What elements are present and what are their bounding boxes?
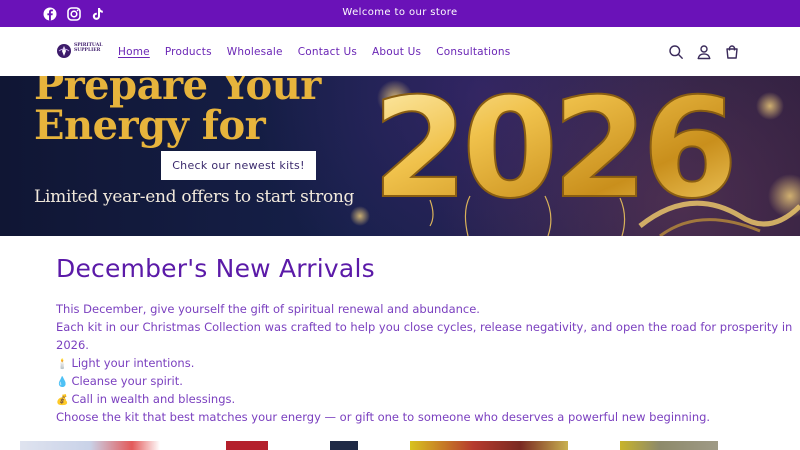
money-bag-icon: 💰 (56, 395, 69, 406)
product-card-image[interactable] (226, 441, 268, 450)
site-header: SPIRITUAL SUPPLIER Home Products Wholesa… (0, 27, 800, 77)
product-card-image[interactable] (330, 441, 358, 450)
closing-text: Choose the kit that best matches your en… (56, 410, 711, 424)
logo-mark-icon (57, 44, 71, 58)
nav-consultations[interactable]: Consultations (436, 46, 510, 58)
nav-wholesale[interactable]: Wholesale (227, 46, 283, 58)
candle-icon: 🕯️ (56, 359, 69, 370)
nav-home[interactable]: Home (118, 46, 150, 58)
droplet-icon: 💧 (56, 377, 69, 388)
body-text-line-1: Each kit in our Christmas Collection was… (56, 320, 793, 334)
hero-headline-line-2: Energy for (34, 102, 266, 149)
logo-text-line-2: SUPPLIER (74, 48, 101, 53)
section-description: This December, give yourself the gift of… (56, 300, 793, 426)
list-item-text: Light your intentions. (71, 356, 195, 370)
announcement-text: Welcome to our store (342, 7, 458, 18)
body-text-line-2: 2026. (56, 338, 89, 352)
list-item-text: Cleanse your spirit. (71, 374, 183, 388)
hero-subtitle: Limited year-end offers to start strong (34, 187, 355, 207)
search-icon[interactable] (668, 44, 684, 60)
store-logo[interactable]: SPIRITUAL SUPPLIER (56, 42, 106, 60)
hero-year-balloons: 2026 (372, 76, 732, 229)
product-card-image[interactable] (410, 441, 568, 450)
intro-text: This December, give yourself the gift of… (56, 302, 480, 316)
section-title: December's New Arrivals (56, 254, 375, 283)
account-icon[interactable] (696, 44, 712, 60)
bokeh-light (350, 206, 370, 226)
list-item-text: Call in wealth and blessings. (71, 392, 236, 406)
check-kits-button[interactable]: Check our newest kits! (161, 151, 316, 180)
hero-banner[interactable]: 2026 Prepare Your Energy for Check our n… (0, 76, 800, 236)
list-item: 🕯️ Light your intentions. (56, 354, 746, 372)
list-item: 💰 Call in wealth and blessings. (56, 390, 746, 408)
header-icons (656, 44, 740, 60)
list-item: 💧 Cleanse your spirit. (56, 372, 746, 390)
announcement-bar: Welcome to our store (0, 0, 800, 27)
main-nav: Home Products Wholesale Contact Us About… (118, 46, 525, 58)
nav-about-us[interactable]: About Us (372, 46, 421, 58)
nav-contact-us[interactable]: Contact Us (298, 46, 357, 58)
nav-products[interactable]: Products (165, 46, 212, 58)
cart-icon[interactable] (724, 44, 740, 60)
logo-text: SPIRITUAL SUPPLIER (74, 43, 102, 53)
bokeh-light (756, 92, 784, 120)
product-card-image[interactable] (20, 441, 160, 450)
product-card-image[interactable] (620, 441, 718, 450)
